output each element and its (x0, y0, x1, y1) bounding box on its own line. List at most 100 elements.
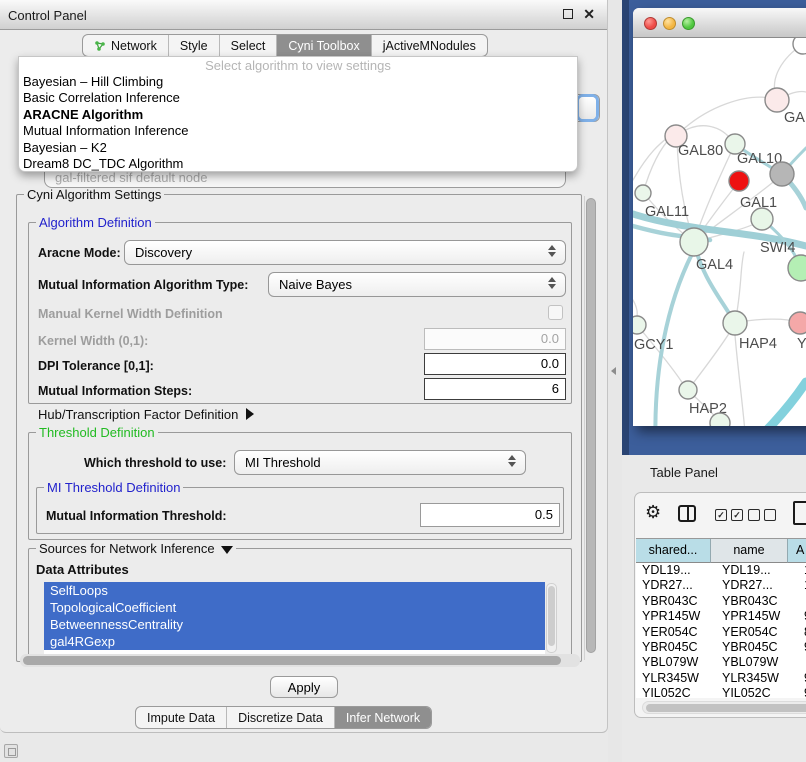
table-row[interactable]: YDR27...YDR27...12 (636, 578, 806, 593)
close-traffic-light-icon[interactable] (644, 17, 657, 30)
kernel-width-field[interactable]: 0.0 (424, 328, 566, 350)
dpi-tolerance-field[interactable]: 0.0 (424, 353, 566, 375)
threshold-definition-title: Threshold Definition (36, 426, 158, 439)
mi-steps-field[interactable]: 6 (424, 378, 566, 400)
table-cell: YDR27... (716, 578, 798, 593)
deselect-all-columns-icon[interactable] (748, 509, 776, 521)
attribute-list-item[interactable]: TopologicalCoefficient (44, 599, 545, 616)
network-node-swi4[interactable] (788, 255, 806, 281)
network-edge[interactable] (688, 327, 733, 390)
attribute-list-item[interactable]: SelfLoops (44, 582, 545, 599)
table-cell: 9. (798, 640, 806, 655)
combo-arrows-icon (548, 277, 557, 289)
table-hscrollbar[interactable] (642, 701, 806, 714)
network-node-gcy1[interactable] (633, 316, 646, 334)
minimize-traffic-light-icon[interactable] (663, 17, 676, 30)
table-row[interactable]: YER054CYER054C8. (636, 625, 806, 640)
dropdown-item[interactable]: Dream8 DC_TDC Algorithm (19, 156, 577, 172)
network-node-gal4[interactable] (680, 228, 708, 256)
table-cell: 8. (798, 625, 806, 640)
column-header[interactable]: shared... (636, 539, 711, 563)
dropdown-item[interactable]: Basic Correlation Inference (19, 90, 577, 106)
dropdown-item[interactable]: Bayesian – K2 (19, 140, 577, 156)
network-window-titlebar[interactable] (633, 8, 806, 38)
tab-infer-network[interactable]: Infer Network (334, 707, 431, 728)
table-cell: YDR27... (636, 578, 716, 593)
mi-threshold-field[interactable]: 0.5 (420, 503, 560, 527)
network-node[interactable] (729, 171, 749, 191)
hub-definition-toggle[interactable]: Hub/Transcription Factor Definition (38, 407, 254, 422)
network-node[interactable] (770, 162, 794, 186)
table-cell: YLR345W (636, 671, 716, 686)
tab-impute-data[interactable]: Impute Data (136, 707, 226, 728)
network-node[interactable] (793, 38, 806, 54)
dropdown-item[interactable]: ARACNE Algorithm (19, 107, 577, 123)
divider-collapse-icon[interactable] (611, 367, 616, 375)
table-cell: YDL19... (716, 563, 798, 578)
network-node-gal[interactable] (765, 88, 789, 112)
table-row[interactable]: YBL079WYBL079W (636, 655, 806, 670)
table-row[interactable]: YBR043CYBR043C (636, 594, 806, 609)
tab-select[interactable]: Select (219, 35, 277, 56)
manual-kernel-label: Manual Kernel Width Definition (38, 307, 223, 321)
attribute-list-item[interactable]: gal4RGexp (44, 633, 545, 650)
export-table-icon[interactable] (793, 501, 806, 525)
tab-label: Discretize Data (238, 711, 323, 725)
table-header: shared...nameA (636, 539, 806, 563)
attributes-scrollbar[interactable] (546, 583, 557, 653)
tab-discretize-data[interactable]: Discretize Data (226, 707, 334, 728)
tab-label: Cyni Toolbox (288, 39, 359, 53)
table-cell: YBR045C (716, 640, 798, 655)
control-panel-titlebar: Control Panel ✕ (0, 0, 607, 30)
sources-toggle[interactable]: Sources for Network Inference (36, 542, 236, 555)
which-threshold-combobox[interactable]: MI Threshold (234, 450, 526, 475)
select-all-columns-icon[interactable]: ✓✓ (715, 509, 743, 521)
dropdown-item[interactable]: Bayesian – Hill Climbing (19, 74, 577, 90)
table-row[interactable]: YPR145WYPR145W9. (636, 609, 806, 624)
mi-type-combobox[interactable]: Naive Bayes (268, 272, 566, 297)
table-row[interactable]: YDL19...YDL19...13 (636, 563, 806, 578)
aracne-mode-combobox[interactable]: Discovery (124, 240, 566, 265)
table-cell: 12 (798, 578, 806, 593)
table-row[interactable]: YBR045CYBR045C9. (636, 640, 806, 655)
apply-button[interactable]: Apply (270, 676, 338, 698)
network-node-gal11[interactable] (635, 185, 651, 201)
columns-icon[interactable] (678, 505, 696, 522)
table-cell: YLR345W (716, 671, 798, 686)
network-node-y[interactable] (789, 312, 806, 334)
network-edge[interactable] (738, 382, 806, 426)
expand-right-icon (246, 408, 254, 420)
close-icon[interactable]: ✕ (583, 6, 595, 22)
column-header[interactable]: A (788, 539, 806, 563)
table-row[interactable]: YLR345WYLR345W9. (636, 671, 806, 686)
panel-divider[interactable] (608, 0, 622, 762)
node-table: shared...nameA YDL19...YDL19...13YDR27..… (636, 538, 806, 698)
tab-network[interactable]: Network (83, 35, 168, 56)
table-cell: YDL19... (636, 563, 716, 578)
node-label: GCY1 (634, 337, 674, 353)
network-node-hap2[interactable] (679, 381, 697, 399)
settings-hscrollbar-thumb[interactable] (23, 656, 561, 665)
network-edge[interactable] (676, 97, 775, 136)
network-node[interactable] (710, 413, 730, 426)
dropdown-item[interactable]: Mutual Information Inference (19, 123, 577, 139)
node-label: GAL1 (740, 195, 777, 211)
network-canvas[interactable]: GALGAL80GAL10GAL11GAL1SWI4GAL4GCY1HAP4YH… (633, 38, 806, 426)
minimized-panel-icon[interactable] (4, 744, 18, 758)
tab-jactivemnodules[interactable]: jActiveMNodules (371, 35, 487, 56)
network-edge[interactable] (643, 136, 672, 193)
float-window-icon[interactable] (563, 9, 573, 19)
zoom-traffic-light-icon[interactable] (682, 17, 695, 30)
network-node-hap4[interactable] (723, 311, 747, 335)
gear-icon[interactable]: ⚙ (645, 503, 661, 521)
network-node-gal1[interactable] (751, 208, 773, 230)
tab-cyni-toolbox[interactable]: Cyni Toolbox (276, 35, 370, 56)
manual-kernel-checkbox[interactable] (548, 305, 563, 320)
table-cell: YBR043C (636, 594, 716, 609)
attribute-list-item[interactable]: BetweennessCentrality (44, 616, 545, 633)
settings-vscrollbar-thumb[interactable] (586, 198, 596, 653)
table-row[interactable]: YIL052CYIL052C9. (636, 686, 806, 698)
node-label: GAL (784, 110, 806, 126)
tab-style[interactable]: Style (168, 35, 219, 56)
column-header[interactable]: name (711, 539, 788, 563)
